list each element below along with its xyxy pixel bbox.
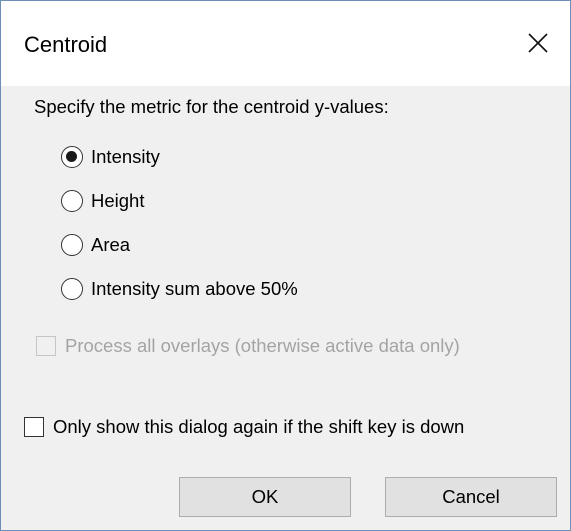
- process-overlays-label: Process all overlays (otherwise active d…: [65, 335, 460, 356]
- cancel-button[interactable]: Cancel: [385, 477, 557, 517]
- radio-height[interactable]: Height: [61, 186, 144, 216]
- centroid-dialog: Centroid Specify the metric for the cent…: [0, 0, 571, 531]
- radio-button[interactable]: [61, 278, 83, 300]
- process-overlays-option: Process all overlays (otherwise active d…: [36, 335, 460, 357]
- radio-area[interactable]: Area: [61, 230, 130, 260]
- shift-key-option[interactable]: Only show this dialog again if the shift…: [24, 416, 464, 438]
- title-bar: Centroid: [1, 1, 570, 86]
- radio-button[interactable]: [61, 190, 83, 212]
- close-button[interactable]: [510, 17, 566, 69]
- ok-button[interactable]: OK: [179, 477, 351, 517]
- radio-intensity-sum[interactable]: Intensity sum above 50%: [61, 274, 298, 304]
- radio-button[interactable]: [61, 234, 83, 256]
- radio-label: Height: [91, 190, 145, 211]
- dialog-body: Specify the metric for the centroid y-va…: [1, 86, 570, 530]
- shift-key-label: Only show this dialog again if the shift…: [53, 416, 465, 437]
- radio-button[interactable]: [61, 146, 83, 168]
- process-overlays-checkbox: [36, 336, 56, 356]
- close-icon: [528, 33, 548, 53]
- window-title: Centroid: [24, 32, 108, 57]
- radio-label: Intensity: [91, 146, 160, 167]
- radio-intensity[interactable]: Intensity: [61, 142, 160, 172]
- metric-prompt: Specify the metric for the centroid y-va…: [34, 96, 389, 117]
- radio-label: Area: [91, 234, 131, 255]
- radio-label: Intensity sum above 50%: [91, 278, 298, 299]
- shift-key-checkbox[interactable]: [24, 417, 44, 437]
